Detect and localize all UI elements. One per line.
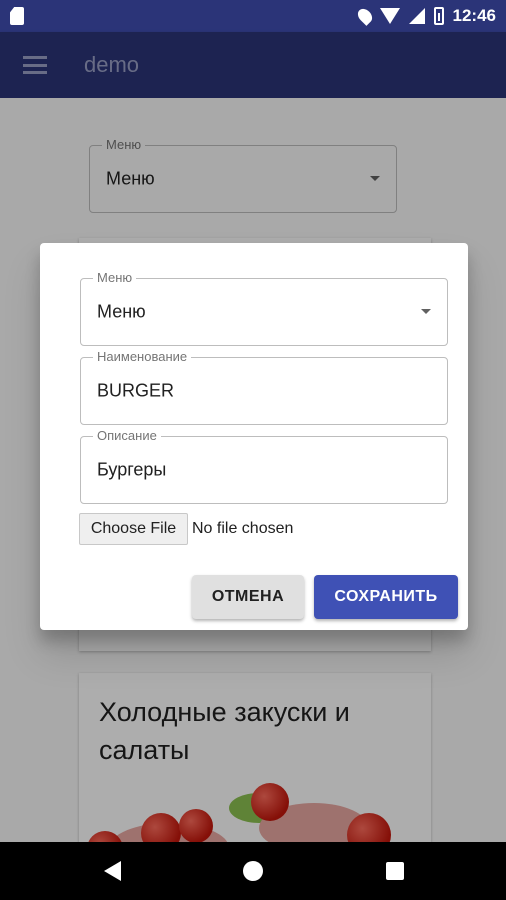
sd-card-icon: [10, 7, 24, 25]
recents-icon[interactable]: [386, 862, 404, 880]
dialog-menu-value: Меню: [97, 301, 146, 322]
save-button[interactable]: СОХРАНИТЬ: [314, 575, 458, 619]
status-icons: 12:46: [354, 6, 496, 26]
choose-file-button[interactable]: Choose File: [79, 513, 188, 545]
dialog-menu-select[interactable]: Меню Меню: [80, 271, 448, 346]
name-field[interactable]: Наименование BURGER: [80, 350, 448, 425]
wifi-icon: [379, 8, 400, 24]
status-bar: 12:46: [0, 0, 506, 32]
battery-icon: [433, 7, 444, 25]
file-input: Choose File No file chosen: [79, 513, 293, 545]
cancel-button[interactable]: ОТМЕНА: [192, 575, 304, 619]
name-field-label: Наименование: [93, 350, 192, 364]
cell-signal-icon: [408, 8, 425, 24]
dropdown-caret-icon: [421, 309, 431, 314]
location-icon: [354, 6, 375, 26]
file-status: No file chosen: [192, 520, 294, 537]
edit-item-dialog: Меню Меню Наименование BURGER Описание Б…: [40, 243, 468, 630]
status-time: 12:46: [452, 6, 496, 25]
name-field-value: BURGER: [97, 380, 175, 401]
description-field-value: Бургеры: [97, 459, 167, 480]
back-icon[interactable]: [104, 861, 121, 881]
description-field[interactable]: Описание Бургеры: [80, 429, 448, 504]
system-nav-bar: [0, 842, 506, 900]
dialog-menu-label: Меню: [93, 271, 137, 285]
home-icon[interactable]: [243, 861, 263, 881]
description-field-label: Описание: [93, 429, 161, 443]
